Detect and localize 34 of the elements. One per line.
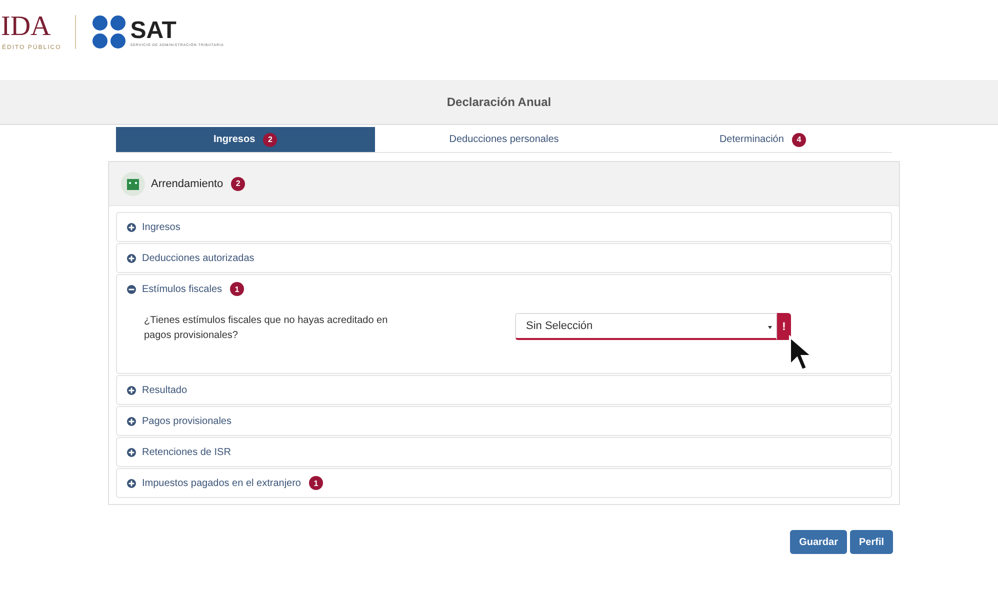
accordion-header[interactable]: Deducciones autorizadas [117,244,891,272]
profile-button[interactable]: Perfil [850,530,893,554]
count-badge: 1 [309,476,323,490]
dropdown-field[interactable]: Sin Selección [515,313,777,340]
count-badge: 1 [230,282,244,296]
plus-circle-icon [127,254,136,262]
plus-circle-icon [127,222,136,232]
logo-text: SAT [130,19,176,43]
accordion-header[interactable]: Retenciones de ISR [117,438,891,466]
error-marker: ! [777,313,791,340]
accordion-header[interactable]: Resultado [117,376,891,404]
plus-circle-icon [127,448,136,456]
accordion-header[interactable]: Impuestos pagados en el extranjero 1 [117,469,891,497]
plus-circle-icon [127,478,136,488]
logo-text: IDA [1,13,52,41]
question-text: ¿Tienes estímulos fiscales que no hayas acreditado en pagos provisionales? [144,314,389,343]
caret-icon [768,326,772,329]
tab[interactable]: Ingresos 2 [116,127,375,152]
count-badge: 2 [231,176,246,190]
count-badge: 4 [792,132,806,146]
panel-title: Arrendamiento [151,178,224,190]
page-title: Declaración Anual [446,95,552,109]
building-icon [121,172,145,196]
minus-circle-icon [127,284,136,294]
tab[interactable]: Determinación 4 [633,127,892,152]
plus-circle-icon [127,416,136,426]
plus-circle-icon [127,386,136,394]
accordion-header[interactable]: Ingresos [117,213,891,241]
accordion-header[interactable]: Pagos provisionales [117,407,891,435]
save-button[interactable]: Guardar [790,530,847,554]
accordion-header[interactable]: Estímulos fiscales 1 [117,275,891,303]
count-badge: 2 [263,132,278,146]
logo-dots-icon [92,15,126,49]
tab[interactable]: Deducciones personales [374,127,634,152]
